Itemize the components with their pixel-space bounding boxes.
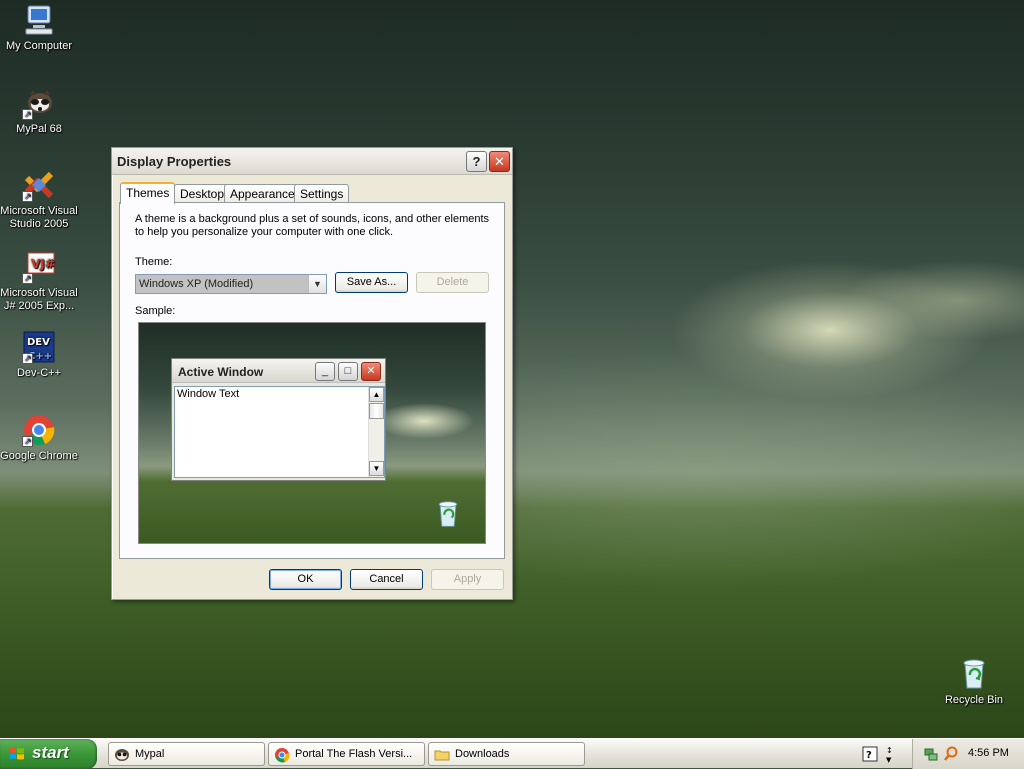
svg-text:▼: ▼ [886,756,892,764]
themes-tab-panel: A theme is a background plus a set of so… [119,202,505,559]
desktop-icon-label: Dev-C++ [16,367,62,379]
task-button-downloads[interactable]: Downloads [428,742,585,766]
scroll-thumb [369,403,384,419]
folder-icon [434,750,450,761]
theme-sample-preview: Active Window _ □ ✕ Window Text ▲ ▼ [138,322,486,544]
chrome-icon [275,748,290,763]
display-properties-dialog: Display Properties ? ✕ Themes Desktop Ap… [111,147,513,600]
mypal-raccoon-icon: ↗ [22,86,56,120]
tab-settings[interactable]: Settings [294,184,350,203]
sample-recycle-bin-icon [433,499,463,529]
network-icon[interactable] [923,746,939,762]
theme-description: A theme is a background plus a set of so… [135,213,490,238]
sample-scrollbar: ▲ ▼ [368,387,384,477]
start-button[interactable]: start [0,739,97,769]
shortcut-arrow-icon: ↗ [22,191,33,202]
taskbar: start Mypal Portal The Flash Versi... Do… [0,738,1024,769]
sample-label: Sample: [135,305,176,317]
system-tray: 4:56 PM [912,739,1024,769]
my-computer-icon [22,3,56,37]
tab-desktop[interactable]: Desktop [174,184,231,203]
task-label: Portal The Flash Versi... [295,748,413,760]
dev-cpp-icon: DEV C++ ↗ [22,330,56,364]
shortcut-arrow-icon: ↗ [22,436,33,447]
task-button-chrome[interactable]: Portal The Flash Versi... [268,742,425,766]
desktop-icon-visual-studio[interactable]: ↗ Microsoft Visual Studio 2005 [0,168,79,231]
apply-button[interactable]: Apply [431,569,504,590]
windows-flag-icon [10,747,24,760]
theme-select-value: Windows XP (Modified) [139,278,254,290]
close-button[interactable]: ✕ [489,151,510,172]
desktop-icon-label: Microsoft Visual J# 2005 Exp... [0,287,78,312]
sample-window-body: Window Text ▲ ▼ [174,386,385,478]
desktop-icon-label: MyPal 68 [16,123,62,135]
desktop-icon-label: Google Chrome [0,450,78,462]
sample-window-title: Active Window [178,365,264,379]
desktop-icon-dev-cpp[interactable]: DEV C++ ↗ Dev-C++ [0,330,79,380]
tab-themes[interactable]: Themes [120,182,176,204]
svg-text:VJ#: VJ# [31,257,55,271]
theme-label: Theme: [135,256,173,268]
task-button-mypal[interactable]: Mypal [108,742,265,766]
sample-window-titlebar: Active Window _ □ ✕ [172,359,385,383]
recycle-bin-icon [957,657,991,691]
save-as-button[interactable]: Save As... [335,272,408,293]
desktop-icon-label: My Computer [5,40,73,52]
shortcut-arrow-icon: ↗ [22,109,33,120]
ok-button[interactable]: OK [269,569,342,590]
language-bar[interactable]: ? ↕ ▼ [860,743,900,765]
desktop-icon-label: Microsoft Visual Studio 2005 [0,205,78,230]
cancel-button[interactable]: Cancel [350,569,423,590]
sample-window-text: Window Text [177,388,240,400]
task-label: Downloads [455,748,510,760]
search-icon[interactable] [943,746,959,762]
dialog-titlebar[interactable]: Display Properties ? ✕ [112,148,512,175]
desktop-icon-mypal[interactable]: ↗ MyPal 68 [0,86,79,136]
svg-text:?: ? [866,750,872,761]
maximize-icon: □ [338,362,358,381]
shortcut-arrow-icon: ↗ [22,273,33,284]
delete-button[interactable]: Delete [416,272,489,293]
sample-active-window: Active Window _ □ ✕ Window Text ▲ ▼ [171,358,386,481]
svg-text:↕: ↕ [886,746,893,755]
desktop-icon-recycle-bin[interactable]: Recycle Bin [934,657,1014,707]
visual-jsharp-icon: VJ# ↗ [22,250,56,284]
shortcut-arrow-icon: ↗ [22,353,33,364]
theme-select[interactable]: Windows XP (Modified) ▼ [135,274,327,294]
desktop-icon-google-chrome[interactable]: ↗ Google Chrome [0,413,79,463]
scroll-down-icon: ▼ [369,461,384,476]
clock[interactable]: 4:56 PM [968,747,1009,759]
chevron-down-icon[interactable]: ▼ [308,275,326,293]
chrome-icon: ↗ [22,413,56,447]
help-button[interactable]: ? [466,151,487,172]
desktop-icon-label: Recycle Bin [944,694,1004,706]
tab-appearance[interactable]: Appearance [224,184,301,203]
task-label: Mypal [135,748,165,760]
svg-text:DEV: DEV [27,337,50,348]
desktop-icon-my-computer[interactable]: My Computer [0,3,79,53]
close-icon: ✕ [361,362,381,381]
scroll-up-icon: ▲ [369,387,384,402]
minimize-icon: _ [315,362,335,381]
dialog-title: Display Properties [117,154,232,169]
mypal-raccoon-icon [115,749,129,761]
desktop-icon-visual-jsharp[interactable]: VJ# ↗ Microsoft Visual J# 2005 Exp... [0,250,79,313]
visual-studio-icon: ↗ [22,168,56,202]
start-label: start [32,743,69,762]
